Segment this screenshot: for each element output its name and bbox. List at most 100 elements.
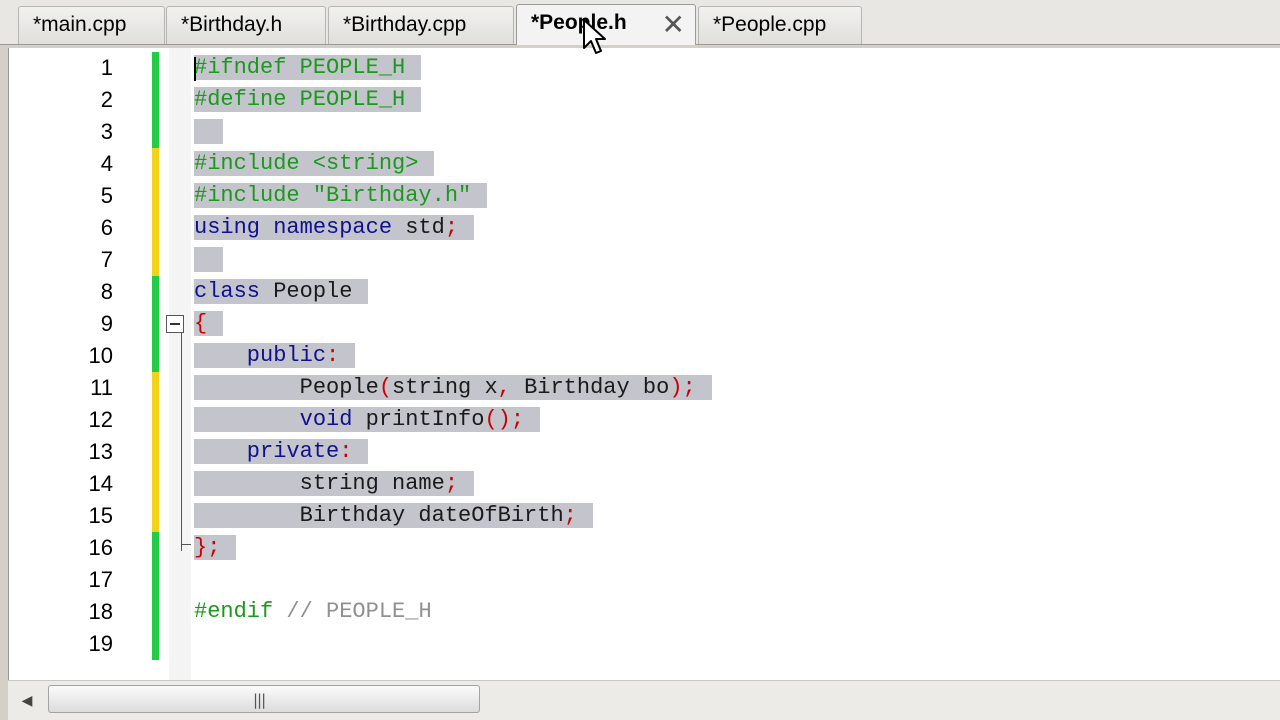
text-caret [194, 57, 196, 81]
code-editor[interactable]: 1 2 3 4 5 6 7 8 9 10 11 12 13 14 15 16 17 18 19 #ifndef PE… [8, 48, 1280, 680]
code-line[interactable]: People(string x, Birthday bo); [194, 372, 712, 404]
tab-label: *Birthday.cpp [343, 13, 467, 36]
line-number: 10 [88, 343, 113, 368]
code-line[interactable]: string name; [194, 468, 475, 500]
change-marker [152, 468, 159, 500]
code-line[interactable]: using namespace std; [194, 212, 475, 244]
code-token: : [326, 343, 340, 368]
line-number: 2 [100, 87, 113, 112]
code-line[interactable]: #include "Birthday.h" [194, 180, 488, 212]
line-number: 7 [100, 247, 113, 272]
code-line[interactable]: #include <string> [194, 148, 435, 180]
code-token: string name [194, 471, 445, 496]
file-tab-bar: *main.cpp *Birthday.h *Birthday.cpp *Peo… [0, 0, 1280, 45]
line-number: 14 [88, 471, 113, 496]
tab-label: *main.cpp [33, 13, 127, 36]
change-marker [152, 404, 159, 436]
code-line[interactable]: { [194, 308, 224, 340]
change-marker [152, 276, 159, 308]
fold-guide-line [181, 333, 182, 551]
code-token: ( [378, 375, 393, 400]
line-text [194, 119, 224, 144]
change-marker [152, 180, 159, 212]
line-number-gutter: 1 2 3 4 5 6 7 8 9 10 11 12 13 14 15 16 17 18 19 [9, 48, 191, 680]
tab-birthday-cpp[interactable]: *Birthday.cpp [328, 6, 514, 44]
code-token: }; [194, 535, 221, 560]
code-line[interactable] [194, 116, 224, 148]
code-token: std [405, 215, 445, 240]
code-token: // PEOPLE_H [286, 599, 432, 624]
code-line[interactable] [194, 244, 224, 276]
line-text: class People [194, 279, 369, 304]
code-line[interactable]: public: [194, 340, 356, 372]
code-line[interactable]: #define PEOPLE_H [194, 84, 422, 116]
change-marker [152, 84, 159, 116]
code-token: ; [444, 471, 459, 496]
code-line[interactable]: }; [194, 532, 237, 564]
code-token: { [194, 311, 208, 336]
grip-icon: ||| [253, 691, 266, 709]
code-area[interactable]: #ifndef PEOPLE_H #define PEOPLE_H #includ… [194, 48, 1280, 680]
change-marker [152, 308, 159, 340]
code-token: Birthday dateOfBirth [194, 503, 564, 528]
close-tab-icon[interactable]: ✕ [662, 5, 685, 45]
code-line[interactable]: class People [194, 276, 369, 308]
line-number: 4 [100, 151, 113, 176]
line-text: string name; [194, 471, 475, 496]
code-line[interactable]: Birthday dateOfBirth; [194, 500, 593, 532]
change-marker [152, 436, 159, 468]
line-text: #ifndef PEOPLE_H [194, 55, 422, 80]
fold-margin [169, 48, 191, 680]
line-text: public: [194, 343, 356, 368]
line-number: 11 [90, 375, 113, 400]
line-number: 15 [88, 503, 113, 528]
mouse-pointer-icon [583, 19, 606, 54]
scrollbar-thumb[interactable]: ||| [48, 685, 480, 713]
line-text: void printInfo(); [194, 407, 541, 432]
tab-people-cpp[interactable]: *People.cpp [698, 6, 862, 44]
code-line[interactable]: private: [194, 436, 369, 468]
code-token: ; [563, 503, 577, 528]
line-text [194, 567, 207, 592]
change-marker [152, 372, 159, 404]
line-number: 16 [88, 535, 113, 560]
code-token: People [194, 375, 379, 400]
line-text: { [194, 311, 224, 336]
horizontal-scrollbar[interactable]: ◀ ||| [8, 680, 1280, 720]
change-marker [152, 52, 159, 84]
line-text: }; [194, 535, 237, 560]
change-marker [152, 532, 159, 564]
line-number: 1 [100, 55, 113, 80]
code-line[interactable] [194, 564, 207, 596]
line-text: #define PEOPLE_H [194, 87, 422, 112]
line-text: Birthday dateOfBirth; [194, 503, 593, 528]
fold-toggle-minus-icon[interactable] [166, 315, 184, 333]
line-number: 19 [88, 631, 113, 656]
code-token: #endif [194, 599, 287, 624]
code-line[interactable]: #ifndef PEOPLE_H [194, 52, 422, 84]
tab-label: *Birthday.h [181, 13, 283, 36]
line-number: 3 [100, 119, 113, 144]
line-text: using namespace std; [194, 215, 475, 240]
line-text: People(string x, Birthday bo); [194, 375, 712, 400]
line-number: 6 [100, 215, 113, 240]
code-line[interactable] [194, 628, 207, 660]
tab-label: *People.cpp [713, 13, 827, 36]
code-token: string x [392, 375, 498, 400]
tab-main-cpp[interactable]: *main.cpp [18, 6, 165, 44]
tab-birthday-h[interactable]: *Birthday.h [166, 6, 326, 44]
code-token: class [194, 279, 274, 304]
code-line[interactable]: void printInfo(); [194, 404, 541, 436]
tab-label: *People.h [531, 11, 627, 34]
line-number: 12 [88, 407, 113, 432]
change-marker [152, 500, 159, 532]
line-number: 5 [100, 183, 113, 208]
code-token: private [194, 439, 340, 464]
code-line[interactable]: #endif // PEOPLE_H [194, 596, 432, 628]
change-marker [152, 340, 159, 372]
scroll-left-arrow-icon[interactable]: ◀ [18, 691, 36, 709]
code-editor-window: *main.cpp *Birthday.h *Birthday.cpp *Peo… [0, 0, 1280, 720]
code-token: : [339, 439, 353, 464]
